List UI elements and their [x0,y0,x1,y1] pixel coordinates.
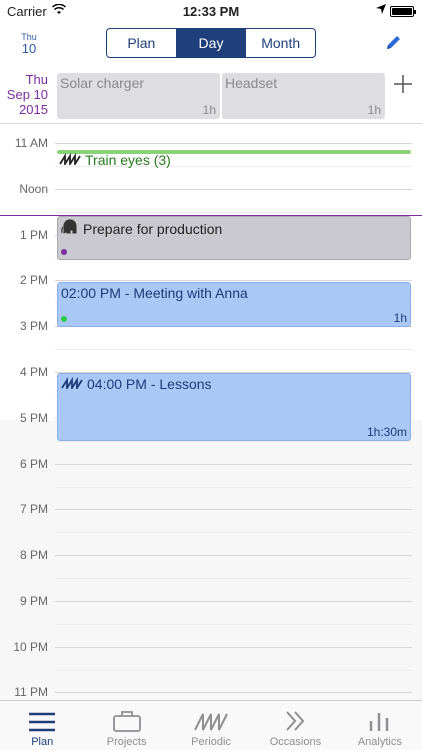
hour-label: 11 AM [14,136,48,150]
hour-label: 8 PM [19,548,48,562]
all-day-item-duration: 1h [202,103,216,117]
event-duration: 1h:30m [366,425,407,439]
hour-label: Noon [19,182,48,196]
hour-label: 1 PM [19,228,48,242]
periodic-icon [61,376,83,392]
tab-label: Analytics [357,736,402,748]
date-year: 2015 [19,102,48,117]
all-day-item-title: Headset [225,75,278,91]
battery-icon [390,6,416,17]
double-chevron-icon [286,711,305,731]
event-train-eyes[interactable]: Train eyes (3) [57,150,411,172]
tab-bar: Plan Projects Periodic Occasions Analyti… [0,700,422,750]
status-dot [61,249,67,255]
edit-pencil-icon[interactable] [384,34,402,52]
tab-occasions[interactable]: Occasions [253,701,337,750]
status-bar: Carrier 12:33 PM [0,0,422,22]
hour-label: 11 PM [14,685,48,699]
all-day-row: Thu Sep 10 2015 Solar charger 1h Headset… [0,68,422,124]
event-meeting-with-anna[interactable]: 02:00 PM - Meeting with Anna 1h [57,282,411,327]
all-day-item-title: Solar charger [60,75,145,91]
day-timeline[interactable]: 11 AM Noon 1 PM 2 PM 3 PM 4 PM 5 PM 6 PM… [0,125,422,700]
tab-label: Plan [31,736,54,748]
today-button[interactable]: Thu 10 [14,32,44,56]
hour-label: 3 PM [19,319,48,333]
hour-label: 9 PM [19,594,48,608]
tab-plan[interactable]: Plan [0,701,84,750]
add-all-day-button[interactable] [394,70,412,98]
tab-periodic[interactable]: Periodic [169,701,253,750]
bars-icon [369,713,389,731]
tab-label: Projects [106,736,147,748]
hour-label: 7 PM [19,502,48,516]
event-title: Prepare for production [83,220,223,237]
tab-label: Occasions [269,736,322,748]
date-label: Thu Sep 10 2015 [4,72,48,117]
event-title: Train eyes (3) [85,152,171,168]
event-prepare-for-production[interactable]: Prepare for production [57,216,411,260]
date-month-day: Sep 10 [6,87,48,102]
tab-analytics[interactable]: Analytics [338,701,422,750]
today-day: 10 [21,41,37,56]
all-day-item-headset[interactable]: Headset 1h [222,73,385,119]
view-segmented-control: Plan Day Month [106,28,316,58]
periodic-icon [59,152,81,168]
all-day-item-duration: 1h [367,103,381,117]
clock: 12:33 PM [182,4,240,19]
hour-label: 5 PM [19,411,48,425]
event-title: 04:00 PM - Lessons [87,376,212,392]
event-duration: 1h [393,311,407,325]
segment-plan[interactable]: Plan [107,29,177,57]
date-dow: Thu [25,72,48,87]
status-dot [61,316,67,322]
segment-month[interactable]: Month [246,29,315,57]
event-title: 02:00 PM - Meeting with Anna [61,285,248,301]
event-lessons[interactable]: 04:00 PM - Lessons 1h:30m [57,373,411,441]
periodic-icon [194,713,228,731]
briefcase-icon [112,711,141,732]
tab-projects[interactable]: Projects [84,701,168,750]
all-day-item-solar-charger[interactable]: Solar charger 1h [57,73,220,119]
hour-label: 6 PM [19,457,48,471]
elephant-icon [61,219,79,238]
plan-icon [29,712,56,732]
segment-day[interactable]: Day [176,29,247,57]
hour-label: 10 PM [13,640,48,654]
hour-label: 4 PM [19,365,48,379]
nav-bar: Thu 10 Plan Day Month [0,22,422,64]
tab-label: Periodic [191,736,231,748]
hour-label: 2 PM [19,273,48,287]
location-arrow-icon [376,3,386,17]
